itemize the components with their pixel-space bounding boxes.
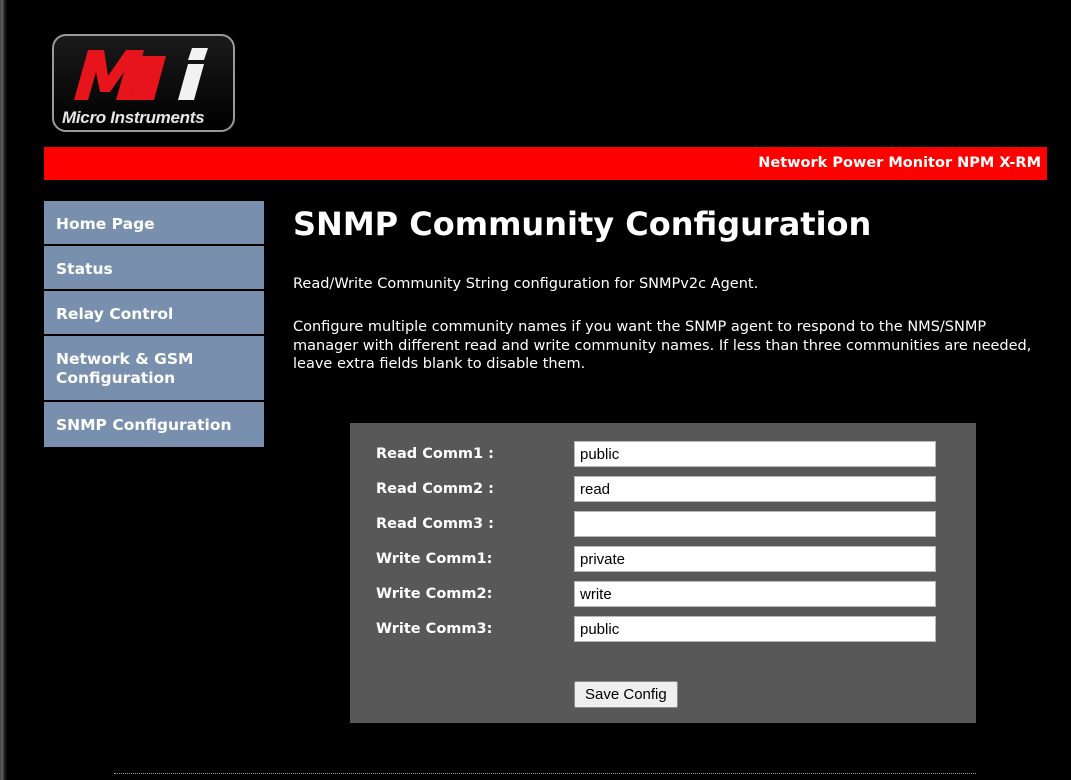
micro-instruments-logo: Micro Instruments — [52, 34, 235, 132]
read-comm2-label: Read Comm2 : — [376, 481, 494, 497]
sidebar-item-status[interactable]: Status — [44, 246, 264, 291]
write-comm3-label: Write Comm3: — [376, 621, 493, 637]
read-comm1-input[interactable] — [574, 441, 936, 467]
form-row-write-comm3: Write Comm3: — [350, 616, 976, 644]
description-text: Configure multiple community names if yo… — [293, 319, 1032, 372]
write-comm2-label: Write Comm2: — [376, 586, 493, 602]
form-row-read-comm3: Read Comm3 : — [350, 511, 976, 539]
page-title: SNMP Community Configuration — [293, 205, 872, 243]
read-comm1-label: Read Comm1 : — [376, 446, 494, 462]
logo-caption: Micro Instruments — [62, 108, 205, 127]
sidebar-item-home-page[interactable]: Home Page — [44, 201, 264, 246]
snmp-community-form: Read Comm1 : Read Comm2 : Read Comm3 : W… — [350, 423, 976, 723]
sidebar-nav: Home Page Status Relay Control Network &… — [44, 201, 264, 449]
form-row-write-comm1: Write Comm1: — [350, 546, 976, 574]
read-comm3-input[interactable] — [574, 511, 936, 537]
form-row-write-comm2: Write Comm2: — [350, 581, 976, 609]
save-config-button[interactable]: Save Config — [574, 681, 678, 708]
sidebar-item-snmp-configuration[interactable]: SNMP Configuration — [44, 402, 264, 449]
read-comm2-input[interactable] — [574, 476, 936, 502]
write-comm3-input[interactable] — [574, 616, 936, 642]
header-banner: Network Power Monitor NPM X-RM — [44, 147, 1047, 180]
intro-text: Read/Write Community String configuratio… — [293, 276, 759, 292]
form-row-read-comm1: Read Comm1 : — [350, 441, 976, 469]
window-left-edge — [0, 0, 7, 780]
form-row-read-comm2: Read Comm2 : — [350, 476, 976, 504]
product-title: Network Power Monitor NPM X-RM — [758, 155, 1041, 171]
sidebar-item-network-gsm-configuration[interactable]: Network & GSM Configuration — [44, 336, 264, 402]
write-comm1-input[interactable] — [574, 546, 936, 572]
sidebar-item-relay-control[interactable]: Relay Control — [44, 291, 264, 336]
footer-divider — [114, 773, 976, 774]
write-comm1-label: Write Comm1: — [376, 551, 493, 567]
read-comm3-label: Read Comm3 : — [376, 516, 494, 532]
write-comm2-input[interactable] — [574, 581, 936, 607]
